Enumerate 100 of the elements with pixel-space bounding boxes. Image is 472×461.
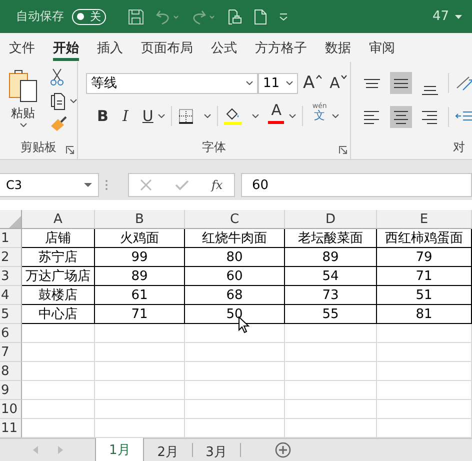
group-label: 字体 [200,139,227,156]
orientation-icon[interactable] [454,74,472,92]
table-cell: 61 [95,286,185,305]
ribbon-tab[interactable]: 审阅 [360,33,404,62]
row-header[interactable]: 11 [0,419,22,438]
dropdown-icon[interactable] [455,14,462,18]
sheet-tab[interactable]: 3月 [192,443,241,457]
row-header[interactable]: 1 [0,229,22,248]
ribbon-tab[interactable]: 文件 [0,33,44,62]
caret-icon [286,81,293,85]
dropdown-icon[interactable] [84,183,92,187]
clipboard-icon [8,68,38,104]
table-cell: 99 [95,248,185,267]
row-header[interactable]: 5 [0,305,22,324]
row-header[interactable]: 7 [0,343,22,362]
print-preview-icon[interactable] [228,8,242,24]
caret-up-icon [316,75,322,79]
column-header[interactable]: E [377,210,472,229]
formula-field[interactable]: 60 [241,173,472,197]
caret-down-icon [340,75,347,79]
autosave-label: 自动保存 [16,8,64,25]
caret-icon [204,114,212,118]
fill-color-icon[interactable] [224,107,242,125]
table-cell: 55 [285,305,377,324]
align-button[interactable] [390,106,412,128]
table-cell: 89 [95,267,185,286]
table-cell: 万达广场店 [22,267,95,286]
dialog-launcher-icon[interactable] [338,146,347,154]
row-header[interactable]: 3 [0,267,22,286]
table-cell: 西红柿鸡蛋面 [377,229,472,248]
align-left-icon [364,110,380,124]
table-cell: 苏宁店 [22,248,95,267]
table-cell: 71 [377,267,472,286]
font-color-button[interactable]: A [265,103,288,129]
row-header[interactable]: 8 [0,362,22,381]
table-cell: 54 [285,267,377,286]
table-cell: 红烧牛肉面 [185,229,285,248]
underline-button[interactable]: U [139,105,156,127]
table-cell: 80 [185,248,285,267]
column-header[interactable]: D [285,210,377,229]
font-name-field[interactable]: 等线 [86,72,258,94]
row-header[interactable]: 4 [0,286,22,305]
name-box[interactable]: C3 [0,173,99,197]
table-cell: 89 [285,248,377,267]
table-cell: 71 [95,305,185,324]
caret-icon [289,114,296,118]
dialog-launcher-icon[interactable] [66,146,74,154]
shrink-font-button[interactable]: A [326,72,350,94]
format-painter-icon[interactable] [50,116,68,132]
table-cell: 68 [185,286,285,305]
ribbon-tab[interactable]: 开始 [44,33,88,62]
sheet-tab[interactable]: 1月 [95,438,144,461]
table-cell: 51 [377,286,472,305]
table-cell: 81 [377,305,472,324]
paste-button[interactable]: 粘贴 [0,62,42,139]
save-icon[interactable] [128,8,144,24]
borders-icon[interactable] [178,108,194,124]
table-cell: 鼓楼店 [22,286,95,305]
row-header[interactable]: 9 [0,381,22,400]
row-header[interactable]: 6 [0,324,22,343]
italic-button[interactable]: I [119,105,132,127]
caret-icon [158,114,166,118]
font-size-field[interactable]: 11 [258,72,298,94]
row-header[interactable]: 2 [0,248,22,267]
autosave-toggle[interactable]: 关 [72,8,106,24]
row-header[interactable]: 10 [0,400,22,419]
align-center-icon [394,110,408,124]
column-header[interactable]: B [95,210,185,229]
table-cell: 店铺 [22,229,95,248]
new-document-icon[interactable] [254,8,267,24]
align-button[interactable] [390,72,412,94]
caret-icon [70,99,77,103]
table-cell: 中心店 [22,305,95,324]
grow-font-button[interactable]: A [300,72,325,94]
check-icon[interactable] [174,179,189,191]
ribbon-tab[interactable]: 公式 [202,33,246,62]
grip-icon [105,179,108,191]
customize-icon[interactable] [279,12,288,20]
bold-button[interactable]: B [94,105,112,127]
caret-icon [332,114,339,118]
scissors-icon[interactable] [50,68,64,86]
table-cell: 老坛酸菜面 [285,229,377,248]
column-header[interactable]: C [185,210,285,229]
table-cell: 火鸡面 [95,229,185,248]
sheet-tab[interactable]: 2月 [144,443,193,457]
caret-icon [246,81,253,85]
ribbon-tab[interactable]: 方方格子 [246,33,316,62]
caret-icon [20,123,26,127]
table-cell: 73 [285,286,377,305]
column-header[interactable]: A [22,210,95,229]
align-middle-icon [394,78,408,88]
align-right-icon [422,110,438,124]
ribbon-tab[interactable]: 插入 [88,33,132,62]
align-top-icon [364,78,380,88]
copy-icon[interactable] [50,92,66,110]
count-label: 47 [432,9,449,24]
caret-icon [252,114,260,118]
ribbon-tab[interactable]: 数据 [316,33,360,62]
insert-function-button[interactable]: fx [211,178,223,192]
ribbon-tab[interactable]: 页面布局 [132,33,202,62]
